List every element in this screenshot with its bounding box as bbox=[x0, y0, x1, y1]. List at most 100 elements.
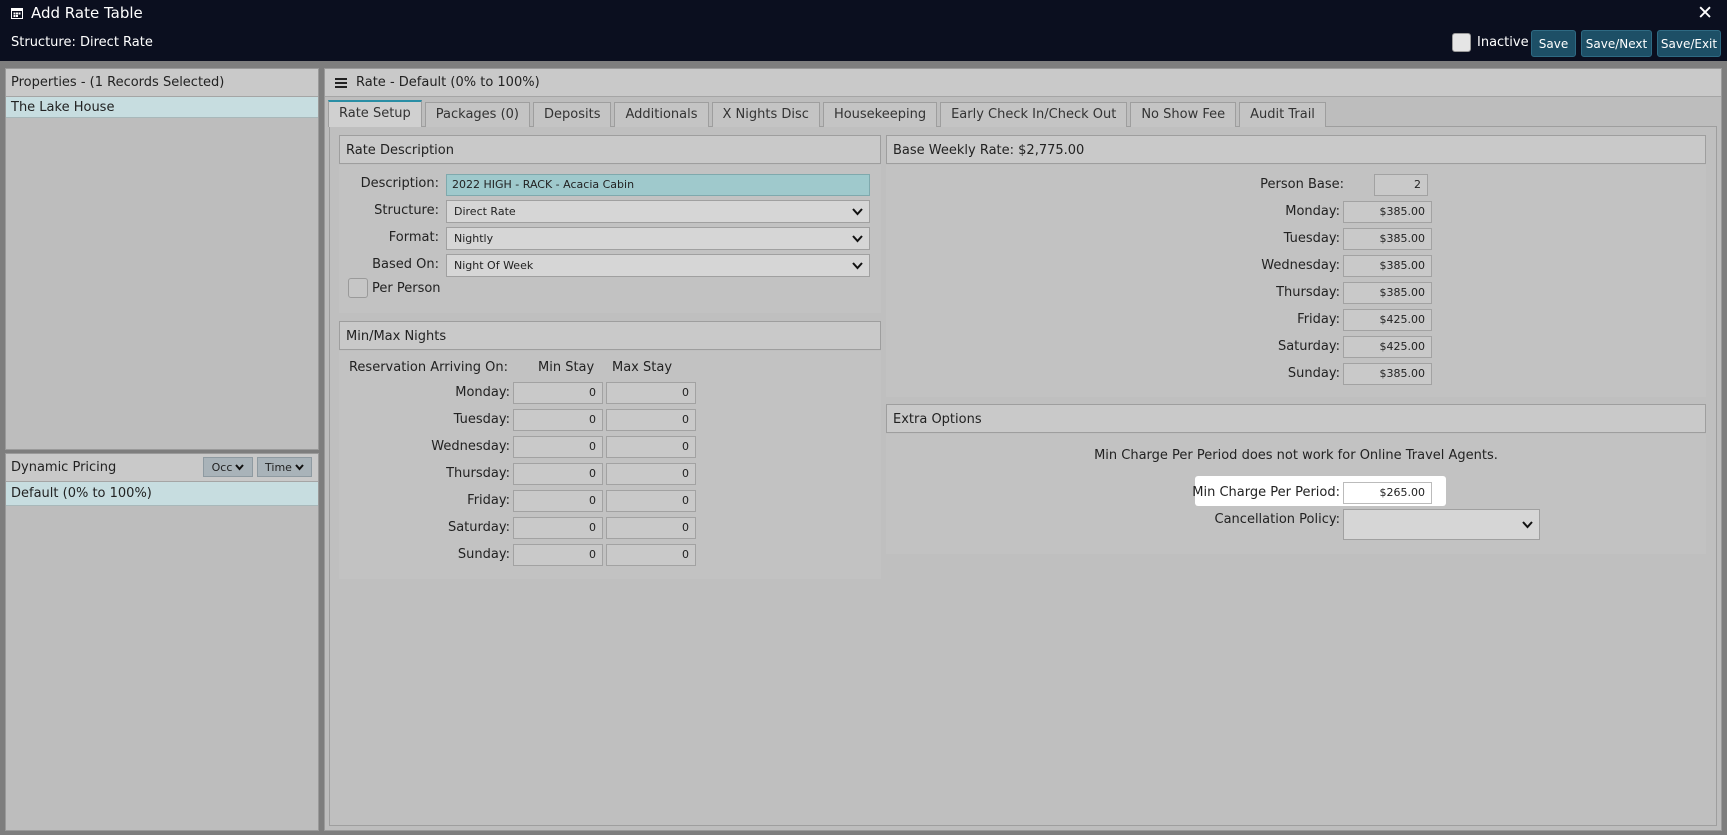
person-base-input[interactable]: 2 bbox=[1374, 174, 1428, 196]
per-person-checkbox[interactable] bbox=[348, 278, 368, 298]
structure-value: Direct Rate bbox=[454, 205, 516, 218]
structure-label: Structure: bbox=[374, 203, 439, 218]
format-value: Nightly bbox=[454, 232, 494, 245]
description-label: Description: bbox=[360, 176, 439, 191]
based-on-label: Based On: bbox=[372, 257, 439, 272]
min-stay-input[interactable]: 0 bbox=[513, 382, 603, 404]
weekly-rate-input[interactable]: $385.00 bbox=[1343, 255, 1432, 277]
chevron-down-icon bbox=[235, 463, 245, 471]
tab-early-check-in[interactable]: Early Check In/Check Out bbox=[940, 102, 1128, 127]
tab-x-nights-disc[interactable]: X Nights Disc bbox=[711, 102, 820, 127]
min-max-day-label: Saturday: bbox=[447, 520, 510, 535]
weekly-day-label: Friday: bbox=[1297, 312, 1340, 327]
structure-select[interactable]: Direct Rate bbox=[446, 200, 870, 223]
format-select[interactable]: Nightly bbox=[446, 227, 870, 250]
per-person-label: Per Person bbox=[372, 281, 441, 296]
hamburger-icon[interactable] bbox=[335, 77, 347, 88]
rate-title: Rate - Default (0% to 100%) bbox=[356, 75, 540, 90]
min-max-header: Min/Max Nights bbox=[339, 321, 881, 350]
properties-header: Properties - (1 Records Selected) bbox=[6, 69, 318, 97]
inactive-toggle[interactable]: Inactive bbox=[1452, 33, 1529, 52]
min-charge-input[interactable]: $265.00 bbox=[1343, 482, 1432, 504]
inactive-label: Inactive bbox=[1477, 35, 1529, 50]
max-stay-input[interactable]: 0 bbox=[606, 490, 696, 512]
weekly-day-label: Tuesday: bbox=[1283, 231, 1340, 246]
properties-panel: Properties - (1 Records Selected) The La… bbox=[5, 68, 319, 450]
window-title: Add Rate Table bbox=[11, 4, 143, 22]
cancellation-policy-label: Cancellation Policy: bbox=[1214, 512, 1340, 527]
weekly-day-label: Monday: bbox=[1285, 204, 1340, 219]
save-button[interactable]: Save bbox=[1531, 30, 1576, 57]
min-stay-input[interactable]: 0 bbox=[513, 436, 603, 458]
tab-bar: Rate Setup Packages (0) Deposits Additio… bbox=[328, 100, 1326, 127]
format-label: Format: bbox=[388, 230, 439, 245]
base-weekly-header: Base Weekly Rate: $2,775.00 bbox=[886, 135, 1706, 164]
weekly-day-label: Sunday: bbox=[1287, 366, 1340, 381]
min-stay-input[interactable]: 0 bbox=[513, 517, 603, 539]
occ-button[interactable]: Occ bbox=[203, 457, 253, 477]
min-charge-label: Min Charge Per Period: bbox=[1192, 485, 1340, 500]
chevron-down-icon bbox=[852, 208, 863, 216]
time-label: Time bbox=[265, 460, 292, 474]
weekly-day-label: Thursday: bbox=[1276, 285, 1340, 300]
max-stay-input[interactable]: 0 bbox=[606, 463, 696, 485]
min-stay-input[interactable]: 0 bbox=[513, 544, 603, 566]
based-on-select[interactable]: Night Of Week bbox=[446, 254, 870, 277]
dynamic-pricing-title: Dynamic Pricing bbox=[11, 460, 117, 475]
min-max-day-label: Sunday: bbox=[457, 547, 510, 562]
dynamic-pricing-item[interactable]: Default (0% to 100%) bbox=[6, 482, 318, 506]
rate-header: Rate - Default (0% to 100%) bbox=[325, 69, 1721, 97]
tab-rate-setup[interactable]: Rate Setup bbox=[328, 100, 422, 127]
max-stay-label: Max Stay bbox=[612, 360, 673, 375]
cancellation-policy-select[interactable] bbox=[1343, 509, 1540, 540]
weekly-rate-input[interactable]: $385.00 bbox=[1343, 282, 1432, 304]
min-max-day-label: Friday: bbox=[467, 493, 510, 508]
weekly-rate-input[interactable]: $385.00 bbox=[1343, 228, 1432, 250]
min-stay-input[interactable]: 0 bbox=[513, 490, 603, 512]
save-exit-button[interactable]: Save/Exit bbox=[1657, 30, 1721, 57]
title-bar: Add Rate Table Structure: Direct Rate ✕ … bbox=[0, 0, 1727, 61]
min-max-day-label: Wednesday: bbox=[431, 439, 510, 454]
tab-packages[interactable]: Packages (0) bbox=[424, 102, 530, 127]
weekly-rate-input[interactable]: $425.00 bbox=[1343, 336, 1432, 358]
description-input[interactable]: 2022 HIGH - RACK - Acacia Cabin bbox=[446, 174, 870, 196]
tab-audit-trail[interactable]: Audit Trail bbox=[1239, 102, 1326, 127]
min-max-day-label: Monday: bbox=[455, 385, 510, 400]
time-button[interactable]: Time bbox=[257, 457, 312, 477]
arriving-label: Reservation Arriving On: bbox=[348, 360, 508, 375]
weekly-rate-input[interactable]: $385.00 bbox=[1343, 363, 1432, 385]
max-stay-input[interactable]: 0 bbox=[606, 409, 696, 431]
chevron-down-icon bbox=[1522, 521, 1533, 529]
weekly-day-label: Saturday: bbox=[1277, 339, 1340, 354]
chevron-down-icon bbox=[295, 463, 304, 471]
based-on-value: Night Of Week bbox=[454, 259, 534, 272]
max-stay-input[interactable]: 0 bbox=[606, 436, 696, 458]
min-charge-note: Min Charge Per Period does not work for … bbox=[1094, 448, 1498, 463]
save-next-button[interactable]: Save/Next bbox=[1581, 30, 1652, 57]
min-max-day-label: Tuesday: bbox=[453, 412, 510, 427]
dynamic-pricing-panel: Dynamic Pricing Occ Time Default (0% to … bbox=[5, 453, 319, 831]
tab-additionals[interactable]: Additionals bbox=[614, 102, 709, 127]
tab-deposits[interactable]: Deposits bbox=[533, 102, 612, 127]
occ-label: Occ bbox=[211, 460, 233, 474]
extra-options-header: Extra Options bbox=[886, 404, 1706, 433]
max-stay-input[interactable]: 0 bbox=[606, 517, 696, 539]
min-stay-label: Min Stay bbox=[538, 360, 595, 375]
chevron-down-icon bbox=[852, 262, 863, 270]
chevron-down-icon bbox=[852, 235, 863, 243]
weekly-rate-input[interactable]: $385.00 bbox=[1343, 201, 1432, 223]
person-base-label: Person Base: bbox=[1260, 177, 1344, 192]
tab-no-show-fee[interactable]: No Show Fee bbox=[1130, 102, 1237, 127]
close-icon[interactable]: ✕ bbox=[1697, 2, 1713, 24]
structure-subtitle: Structure: Direct Rate bbox=[11, 35, 153, 50]
property-item[interactable]: The Lake House bbox=[6, 97, 318, 118]
inactive-checkbox[interactable] bbox=[1452, 33, 1471, 52]
tab-housekeeping[interactable]: Housekeeping bbox=[822, 102, 938, 127]
max-stay-input[interactable]: 0 bbox=[606, 544, 696, 566]
calendar-icon bbox=[11, 8, 23, 19]
max-stay-input[interactable]: 0 bbox=[606, 382, 696, 404]
min-stay-input[interactable]: 0 bbox=[513, 463, 603, 485]
min-stay-input[interactable]: 0 bbox=[513, 409, 603, 431]
weekly-rate-input[interactable]: $425.00 bbox=[1343, 309, 1432, 331]
base-weekly-body bbox=[886, 165, 1706, 397]
